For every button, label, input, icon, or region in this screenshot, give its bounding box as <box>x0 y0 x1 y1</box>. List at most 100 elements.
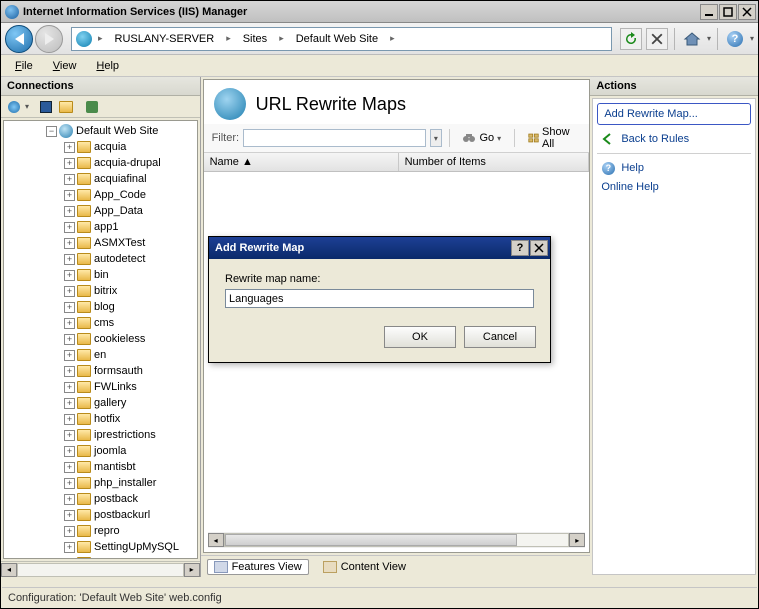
expand-icon[interactable]: + <box>64 462 75 473</box>
address-bar[interactable]: ▸ RUSLANY-SERVER ▸ Sites ▸ Default Web S… <box>71 27 612 51</box>
scroll-left-icon[interactable]: ◂ <box>1 563 17 577</box>
save-icon[interactable] <box>37 98 55 116</box>
refresh-button[interactable] <box>620 28 642 50</box>
grid-hscroll[interactable]: ◂ ▸ <box>208 532 586 548</box>
tree-item[interactable]: +bitrix <box>4 283 197 299</box>
tree-item[interactable]: +repro <box>4 523 197 539</box>
expand-icon[interactable]: + <box>64 526 75 537</box>
go-button[interactable]: Go ▾ <box>456 128 507 148</box>
grid-scroll-left-icon[interactable]: ◂ <box>208 533 224 547</box>
grid-scroll-right-icon[interactable]: ▸ <box>569 533 585 547</box>
col-name[interactable]: Name ▲ <box>204 153 399 171</box>
action-back-to-rules[interactable]: Back to Rules <box>597 129 751 149</box>
help-button[interactable]: ? <box>724 28 746 50</box>
expand-icon[interactable]: + <box>64 414 75 425</box>
expand-icon[interactable]: + <box>64 158 75 169</box>
crumb-sites[interactable]: Sites <box>237 28 273 50</box>
ok-button[interactable]: OK <box>384 326 456 348</box>
tree-item[interactable]: +php_installer <box>4 475 197 491</box>
rewrite-map-name-input[interactable] <box>225 289 534 308</box>
crumb-site[interactable]: Default Web Site <box>290 28 384 50</box>
expand-icon[interactable]: + <box>64 350 75 361</box>
tree-item[interactable]: +SettingUpMySQL <box>4 539 197 555</box>
close-button[interactable] <box>738 4 756 20</box>
forward-button[interactable] <box>35 25 63 53</box>
expand-icon[interactable]: + <box>64 238 75 249</box>
tree-item[interactable]: +acquia <box>4 139 197 155</box>
expand-icon[interactable]: + <box>64 222 75 233</box>
scroll-thumb[interactable] <box>225 534 517 546</box>
filter-dropdown[interactable]: ▾ <box>430 129 442 147</box>
tree-item[interactable]: +gallery <box>4 395 197 411</box>
tree-item[interactable]: +bin <box>4 267 197 283</box>
tree-item[interactable]: +silverstripe <box>4 555 197 559</box>
expand-icon[interactable]: + <box>64 302 75 313</box>
expand-icon[interactable]: + <box>64 558 75 560</box>
filter-input[interactable] <box>243 129 426 147</box>
tree-item[interactable]: +App_Data <box>4 203 197 219</box>
crumb-server[interactable]: RUSLANY-SERVER <box>109 28 221 50</box>
tree-item[interactable]: +App_Code <box>4 187 197 203</box>
tree-item[interactable]: +hotfix <box>4 411 197 427</box>
menu-view[interactable]: View <box>45 58 85 74</box>
tree-item[interactable]: +formsauth <box>4 363 197 379</box>
dialog-close-button[interactable] <box>530 240 548 256</box>
expand-icon[interactable]: + <box>64 174 75 185</box>
expand-icon[interactable]: + <box>64 270 75 281</box>
cancel-button[interactable]: Cancel <box>464 326 536 348</box>
expand-icon[interactable]: + <box>64 382 75 393</box>
tab-content-view[interactable]: Content View <box>317 560 412 574</box>
expand-icon[interactable]: + <box>64 366 75 377</box>
open-icon[interactable] <box>57 98 75 116</box>
back-button[interactable] <box>5 25 33 53</box>
home-button[interactable] <box>681 28 703 50</box>
expand-icon[interactable]: + <box>64 190 75 201</box>
tree-root[interactable]: −Default Web Site <box>4 123 197 139</box>
tree-item[interactable]: +en <box>4 347 197 363</box>
expand-icon[interactable]: + <box>64 334 75 345</box>
tree-item[interactable]: +app1 <box>4 219 197 235</box>
tree-item[interactable]: +FWLinks <box>4 379 197 395</box>
connect-icon[interactable] <box>5 98 23 116</box>
tree-item[interactable]: +iprestrictions <box>4 427 197 443</box>
minimize-button[interactable] <box>700 4 718 20</box>
menu-file[interactable]: File <box>7 58 41 74</box>
expand-icon[interactable]: + <box>64 254 75 265</box>
action-online-help[interactable]: Online Help <box>597 178 751 196</box>
tree-item[interactable]: +acquia-drupal <box>4 155 197 171</box>
tree-item[interactable]: +postbackurl <box>4 507 197 523</box>
tree-item[interactable]: +postback <box>4 491 197 507</box>
tree-item[interactable]: +cookieless <box>4 331 197 347</box>
connections-tree[interactable]: −Default Web Site+acquia+acquia-drupal+a… <box>3 120 198 559</box>
scroll-right-icon[interactable]: ▸ <box>184 563 200 577</box>
expand-icon[interactable]: + <box>64 142 75 153</box>
menu-help[interactable]: Help <box>88 58 127 74</box>
expand-icon[interactable]: + <box>64 286 75 297</box>
tree-item[interactable]: +acquiafinal <box>4 171 197 187</box>
maximize-button[interactable] <box>719 4 737 20</box>
tree-item[interactable]: +mantisbt <box>4 459 197 475</box>
expand-icon[interactable]: + <box>64 510 75 521</box>
tree-item[interactable]: +autodetect <box>4 251 197 267</box>
show-all-button[interactable]: Show All <box>522 128 581 148</box>
expand-icon[interactable]: + <box>64 494 75 505</box>
expand-icon[interactable]: + <box>64 318 75 329</box>
expand-icon[interactable]: + <box>64 478 75 489</box>
refresh-tree-icon[interactable] <box>83 98 101 116</box>
collapse-icon[interactable]: − <box>46 126 57 137</box>
tree-item[interactable]: +cms <box>4 315 197 331</box>
tree-item[interactable]: +ASMXTest <box>4 235 197 251</box>
dialog-help-button[interactable]: ? <box>511 240 529 256</box>
action-help[interactable]: ? Help <box>597 158 751 178</box>
expand-icon[interactable]: + <box>64 206 75 217</box>
col-count[interactable]: Number of Items <box>399 153 590 171</box>
stop-button[interactable] <box>646 28 668 50</box>
tree-item[interactable]: +blog <box>4 299 197 315</box>
tab-features-view[interactable]: Features View <box>207 559 309 575</box>
expand-icon[interactable]: + <box>64 398 75 409</box>
expand-icon[interactable]: + <box>64 446 75 457</box>
action-add-rewrite-map[interactable]: Add Rewrite Map... <box>597 103 751 125</box>
tree-item[interactable]: +joomla <box>4 443 197 459</box>
tree-hscroll[interactable]: ◂ ▸ <box>1 561 200 577</box>
expand-icon[interactable]: + <box>64 430 75 441</box>
